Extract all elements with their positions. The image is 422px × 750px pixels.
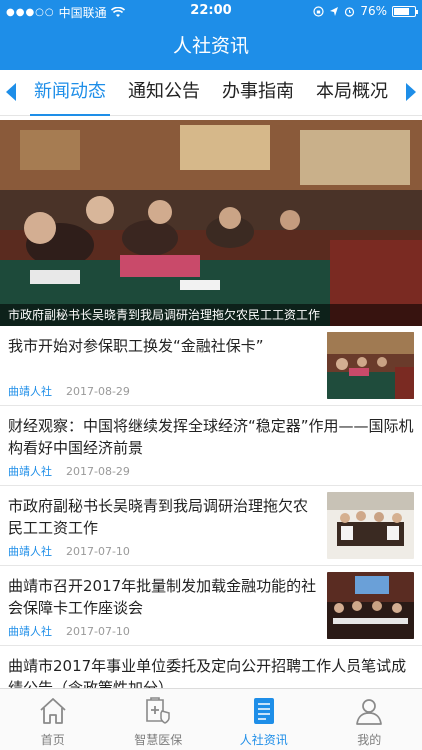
news-document-icon (253, 698, 274, 724)
news-item[interactable]: 财经观察：中国将继续发挥全球经济“稳定器”作用——国际机构看好中国经济前景 曲靖… (0, 406, 422, 486)
tab-guide[interactable]: 办事指南 (218, 70, 298, 116)
news-meta: 曲靖人社 2017-07-10 (8, 543, 130, 559)
tabbar-label: 首页 (40, 733, 65, 747)
news-date: 2017-08-29 (66, 465, 130, 478)
news-meta: 曲靖人社 2017-08-29 (8, 383, 130, 399)
tabbar-medical[interactable]: 智慧医保 (106, 689, 212, 750)
bottom-tab-bar: 首页 智慧医保 人社资讯 我的 (0, 688, 422, 750)
news-title: 财经观察：中国将继续发挥全球经济“稳定器”作用——国际机构看好中国经济前景 (8, 417, 414, 457)
news-date: 2017-07-10 (66, 545, 130, 558)
page-title: 人社资讯 (172, 35, 249, 57)
tabbar-mine[interactable]: 我的 (317, 689, 422, 750)
news-title: 曲靖市召开2017年批量制发加载金融功能的社会保障卡工作座谈会 (8, 577, 317, 617)
tabbar-label: 我的 (357, 733, 382, 747)
scroll-left-arrow-icon[interactable] (6, 83, 16, 101)
alarm-icon (345, 6, 355, 17)
battery-icon (392, 5, 418, 17)
news-thumbnail (327, 572, 414, 639)
news-date: 2017-08-29 (66, 385, 130, 398)
news-title: 市政府副秘书长吴晓青到我局调研治理拖欠农民工工资工作 (8, 497, 309, 537)
banner-carousel[interactable]: 市政府副秘书长吴晓青到我局调研治理拖欠农民工工资工作 (0, 120, 422, 326)
orientation-lock-icon (313, 5, 324, 17)
news-source: 曲靖人社 (8, 385, 52, 398)
news-item[interactable]: 曲靖市召开2017年批量制发加载金融功能的社会保障卡工作座谈会 曲靖人社 2017… (0, 566, 422, 646)
user-icon (356, 699, 383, 725)
medical-shield-icon (146, 697, 170, 724)
tabbar-label: 智慧医保 (134, 733, 183, 747)
tabbar-news[interactable]: 人社资讯 (211, 689, 317, 750)
news-source: 曲靖人社 (8, 545, 52, 558)
nav-bar: 人社资讯 (0, 22, 422, 70)
location-icon (330, 6, 339, 16)
news-source: 曲靖人社 (8, 465, 52, 478)
category-tabs: 新闻动态 通知公告 办事指南 本局概况 (0, 70, 422, 116)
tab-news[interactable]: 新闻动态 (30, 70, 110, 116)
news-title: 我市开始对参保职工换发“金融社保卡” (8, 337, 264, 355)
tab-about[interactable]: 本局概况 (312, 70, 392, 116)
news-item[interactable]: 市政府副秘书长吴晓青到我局调研治理拖欠农民工工资工作 曲靖人社 2017-07-1… (0, 486, 422, 566)
news-meta: 曲靖人社 2017-07-10 (8, 623, 130, 639)
news-list: 我市开始对参保职工换发“金融社保卡” 曲靖人社 2017-08-29 财经观察：中… (0, 326, 422, 726)
news-meta: 曲靖人社 2017-08-29 (8, 463, 130, 479)
home-icon (40, 698, 66, 724)
tab-notices[interactable]: 通知公告 (124, 70, 204, 116)
tabbar-label: 人社资讯 (239, 733, 288, 747)
news-item[interactable]: 我市开始对参保职工换发“金融社保卡” 曲靖人社 2017-08-29 (0, 326, 422, 406)
status-bar: ●●●○○ 中国联通 22:00 76% (0, 0, 422, 22)
news-source: 曲靖人社 (8, 625, 52, 638)
battery-percent: 76% (360, 4, 387, 18)
tabbar-home[interactable]: 首页 (0, 689, 106, 750)
news-date: 2017-07-10 (66, 625, 130, 638)
scroll-right-arrow-icon[interactable] (406, 83, 416, 101)
news-thumbnail (327, 492, 414, 559)
banner-caption: 市政府副秘书长吴晓青到我局调研治理拖欠农民工工资工作 (0, 304, 422, 326)
banner-photo (0, 120, 422, 326)
news-thumbnail (327, 332, 414, 399)
